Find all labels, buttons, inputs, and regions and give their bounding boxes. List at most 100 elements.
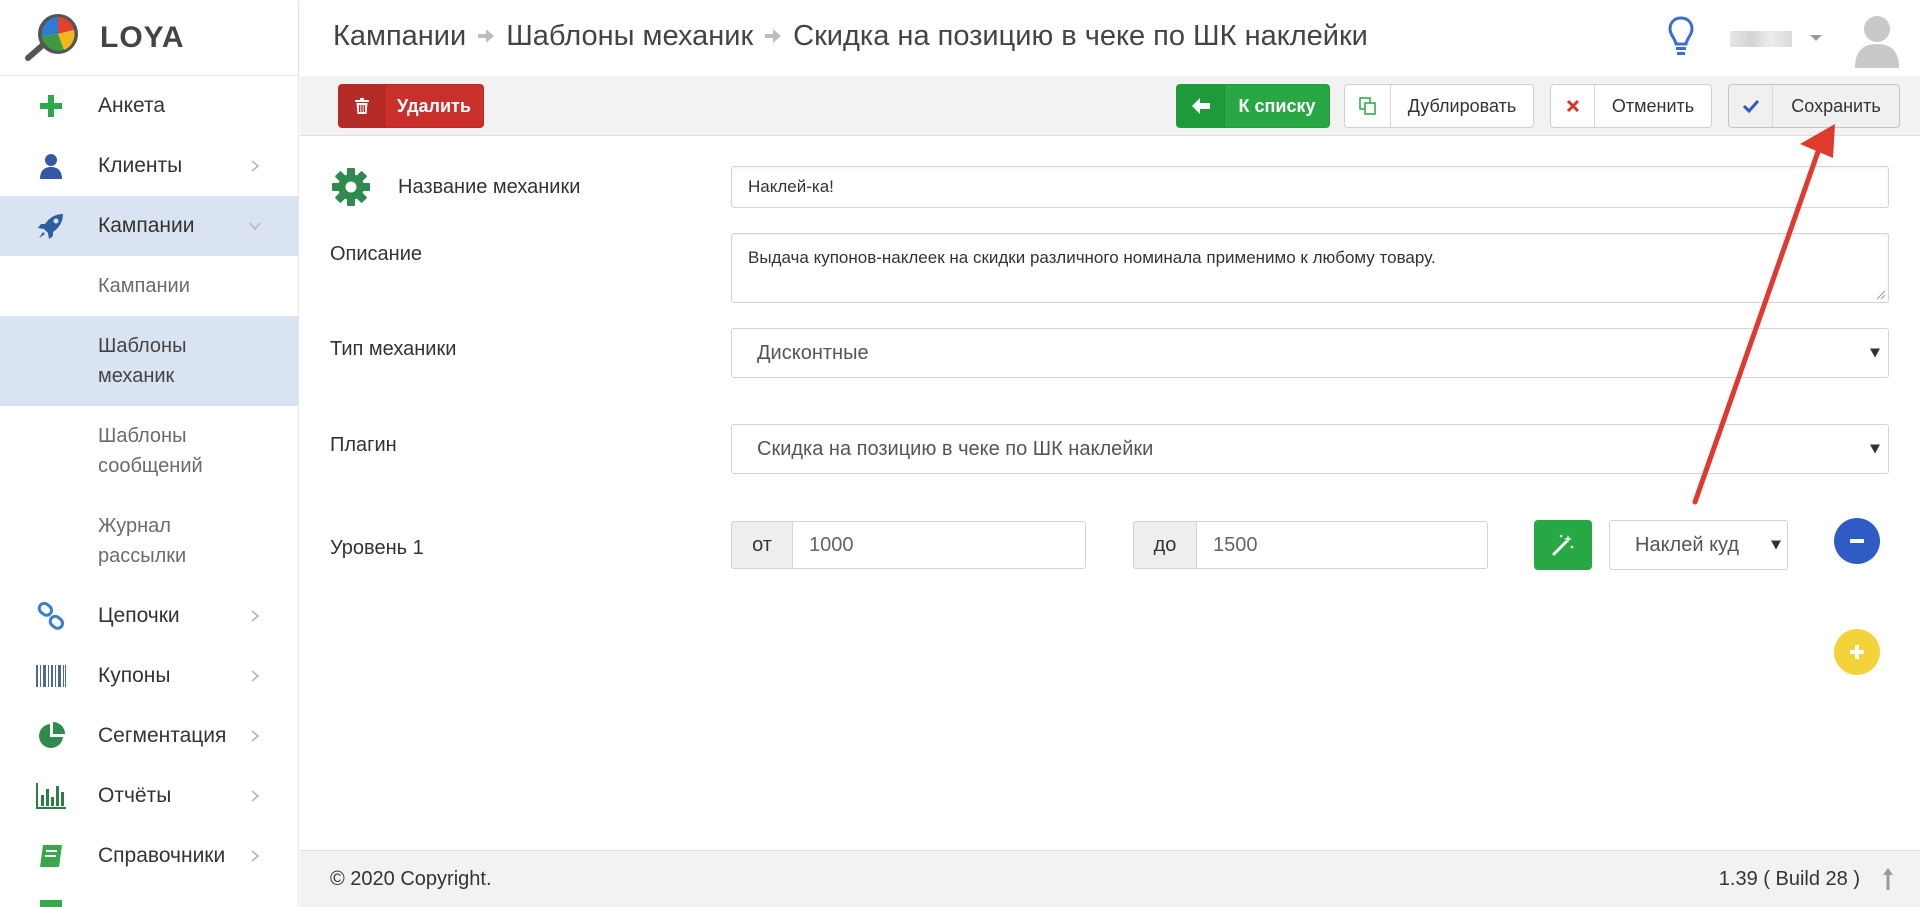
from-addon: от (731, 521, 793, 569)
sidebar-item-campaigns[interactable]: Кампании (0, 196, 298, 256)
plugin-label: Плагин (330, 434, 397, 456)
logo-text: LOYA (100, 20, 185, 54)
sidebar-item-label: Справочники (98, 844, 226, 867)
plus-icon (36, 91, 66, 121)
trash-icon (339, 85, 385, 127)
to-addon: до (1133, 521, 1197, 569)
sidebar-subitem-mechanic-templates[interactable]: Шаблоны механик (0, 316, 298, 406)
sidebar-item-partial-icon (40, 900, 62, 907)
chevron-right-icon (251, 160, 260, 172)
logo[interactable]: LOYA (0, 0, 298, 76)
coupon-select-value: Наклей куд (1635, 533, 1740, 556)
resize-handle-icon[interactable] (1876, 290, 1886, 300)
breadcrumb-item-campaigns[interactable]: Кампании (333, 20, 466, 53)
breadcrumb-item-current: Скидка на позицию в чеке по ШК наклейки (793, 19, 1368, 52)
minus-icon (1850, 539, 1864, 543)
arrow-right-icon (478, 29, 495, 43)
close-icon (1551, 85, 1595, 127)
sidebar: LOYA Анкета Клиенты Кампании Кампании Ша… (0, 0, 299, 907)
version-text: 1.39 ( Build 28 ) (1718, 868, 1860, 890)
sidebar-subitem-label-2: механик (98, 365, 175, 387)
sidebar-subitem-campaigns[interactable]: Кампании (0, 256, 298, 316)
sidebar-item-label: Анкета (98, 94, 166, 117)
rocket-icon (36, 211, 66, 241)
mechanic-type-label: Тип механики (330, 338, 457, 360)
breadcrumb-item-templates[interactable]: Шаблоны механик (506, 20, 753, 53)
chevron-right-icon (251, 670, 260, 682)
coupon-select[interactable]: Наклей куд (1609, 520, 1788, 570)
chevron-right-icon (251, 850, 260, 862)
sidebar-item-label: Отчёты (98, 784, 172, 807)
back-to-list-button[interactable]: К списку (1176, 84, 1330, 128)
chevron-right-icon (251, 730, 260, 742)
caret-down-icon (1771, 540, 1781, 550)
breadcrumb: Кампании Шаблоны механик Скидка на позиц… (333, 0, 1368, 72)
chevron-right-icon (251, 790, 260, 802)
cancel-button-label: Отменить (1611, 95, 1695, 116)
save-button[interactable]: Сохранить (1728, 84, 1900, 128)
action-toolbar: Удалить К списку Дублировать Отменить Со… (300, 76, 1920, 136)
sidebar-subitem-label: Шаблоны (98, 425, 187, 447)
sidebar-item-coupons[interactable]: Купоны (0, 646, 298, 706)
description-label: Описание (330, 243, 423, 265)
arrow-up-icon[interactable] (1882, 867, 1894, 891)
caret-down-icon[interactable] (1810, 35, 1822, 41)
sidebar-item-reports[interactable]: Отчёты (0, 766, 298, 826)
add-level-button[interactable] (1834, 629, 1880, 675)
gear-icon (332, 168, 370, 206)
sidebar-subitem-label: Кампании (98, 275, 190, 297)
bar-chart-icon (36, 781, 66, 811)
plus-icon (1850, 645, 1864, 659)
sidebar-item-label: Сегментация (98, 724, 227, 747)
copy-icon (1345, 85, 1391, 127)
pie-chart-icon (36, 721, 66, 751)
sidebar-subitem-mailing-log[interactable]: Журнал рассылки (0, 496, 298, 586)
book-icon (36, 841, 66, 871)
caret-down-icon (1870, 348, 1880, 358)
barcode-icon (36, 661, 66, 691)
description-textarea[interactable]: Выдача купонов-наклеек на скидки различн… (731, 233, 1889, 303)
caret-down-icon (1870, 444, 1880, 454)
sidebar-subitem-label-2: рассылки (98, 545, 187, 567)
sidebar-item-clients[interactable]: Клиенты (0, 136, 298, 196)
sidebar-item-label: Купоны (98, 664, 171, 687)
remove-level-button[interactable] (1834, 518, 1880, 564)
sidebar-item-directories[interactable]: Справочники (0, 826, 298, 886)
plugin-select[interactable]: Скидка на позицию в чеке по ШК наклейки (731, 424, 1889, 474)
chevron-down-icon (249, 222, 261, 231)
checkmark-icon (1729, 85, 1773, 127)
magic-wand-icon (1552, 534, 1574, 556)
mechanic-name-label: Название механики (398, 176, 581, 198)
save-button-label: Сохранить (1791, 95, 1881, 116)
arrow-right-icon (765, 29, 782, 43)
sidebar-subitem-label-2: сообщений (98, 455, 203, 477)
mechanic-type-value: Дисконтные (757, 341, 869, 364)
from-input[interactable]: 1000 (793, 521, 1086, 569)
mechanic-name-input[interactable]: Наклей-ка! (731, 166, 1889, 208)
top-header: Кампании Шаблоны механик Скидка на позиц… (300, 0, 1920, 76)
cancel-button[interactable]: Отменить (1550, 84, 1712, 128)
sidebar-subitem-message-templates[interactable]: Шаблоны сообщений (0, 406, 298, 496)
back-to-list-label: К списку (1238, 95, 1316, 116)
avatar[interactable] (1854, 12, 1900, 68)
copyright-text: © 2020 Copyright. (330, 868, 492, 890)
plugin-value: Скидка на позицию в чеке по ШК наклейки (757, 437, 1154, 460)
user-icon (36, 151, 66, 181)
sidebar-item-label: Цепочки (98, 604, 180, 627)
delete-button-label: Удалить (397, 95, 471, 116)
sidebar-subitem-label: Журнал (98, 515, 171, 537)
sidebar-item-chains[interactable]: Цепочки (0, 586, 298, 646)
user-name-blurred[interactable] (1730, 31, 1792, 47)
footer: © 2020 Copyright. 1.39 ( Build 28 ) (300, 850, 1920, 907)
duplicate-button[interactable]: Дублировать (1344, 84, 1534, 128)
level-label: Уровень 1 (330, 537, 424, 559)
link-icon (36, 601, 66, 631)
chevron-right-icon (251, 610, 260, 622)
sidebar-item-anketa[interactable]: Анкета (0, 76, 298, 136)
lightbulb-icon[interactable] (1668, 16, 1694, 58)
delete-button[interactable]: Удалить (338, 84, 484, 128)
magic-wand-button[interactable] (1534, 520, 1592, 570)
sidebar-item-segmentation[interactable]: Сегментация (0, 706, 298, 766)
mechanic-type-select[interactable]: Дисконтные (731, 328, 1889, 378)
to-input[interactable]: 1500 (1197, 521, 1488, 569)
